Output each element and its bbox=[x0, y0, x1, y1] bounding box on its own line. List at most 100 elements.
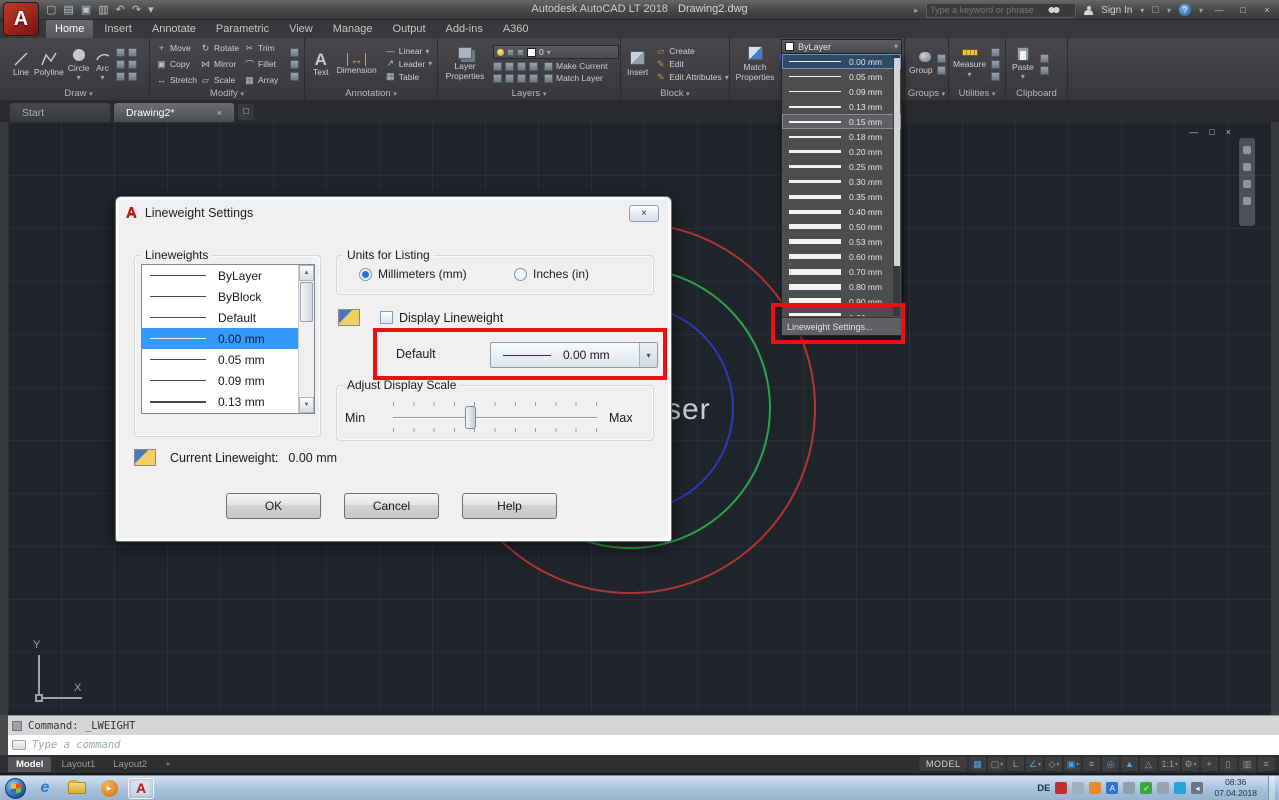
taskbar-clock[interactable]: 08:36 07.04.2018 bbox=[1208, 777, 1263, 798]
application-menu-button[interactable]: A bbox=[3, 2, 39, 36]
help-button[interactable]: Help bbox=[462, 493, 557, 519]
search-input[interactable] bbox=[930, 5, 1048, 15]
slider-thumb[interactable] bbox=[465, 406, 476, 429]
ribbon-tab[interactable]: Manage bbox=[324, 20, 382, 38]
drawing-minimize-icon[interactable]: — bbox=[1189, 127, 1198, 137]
modify-tool-button[interactable]: ⌒Fillet bbox=[244, 57, 288, 72]
line-button[interactable]: Line bbox=[12, 50, 30, 78]
quick-calc-icon[interactable] bbox=[991, 72, 1000, 81]
rectangle-icon[interactable] bbox=[116, 48, 125, 57]
search-binoculars-icon[interactable] bbox=[1048, 6, 1060, 14]
panel-label-layers[interactable]: Layers ▾ bbox=[438, 88, 620, 99]
lineweight-combo[interactable]: ByLayer ▾ bbox=[781, 39, 902, 54]
panel-label-draw[interactable]: Draw ▾ bbox=[8, 88, 149, 99]
ribbon-tab[interactable]: A360 bbox=[494, 20, 538, 38]
lineweight-icon[interactable]: ≡ bbox=[1083, 757, 1100, 771]
lineweight-list-item[interactable]: Default bbox=[142, 307, 314, 328]
search-history-icon[interactable]: ▸ bbox=[914, 6, 918, 15]
ribbon-tab[interactable]: Parametric bbox=[207, 20, 278, 38]
layout-tab[interactable]: + bbox=[157, 757, 179, 772]
dialog-titlebar[interactable]: A Lineweight Settings bbox=[126, 204, 253, 221]
drawing-close-icon[interactable]: × bbox=[1226, 127, 1231, 137]
language-indicator[interactable]: DE bbox=[1037, 783, 1050, 794]
layer-combo[interactable]: 0 ▾ bbox=[493, 45, 619, 59]
make-current-button[interactable]: Make Current bbox=[544, 61, 608, 71]
lineweight-option[interactable]: 0.40 mm bbox=[782, 204, 901, 219]
paste-button[interactable]: Paste ▾ bbox=[1012, 47, 1034, 82]
ribbon-tab[interactable]: Home bbox=[46, 20, 93, 38]
layer-unisolate-icon[interactable] bbox=[517, 74, 526, 83]
panel-label-modify[interactable]: Modify ▾ bbox=[150, 88, 304, 99]
autocad-taskbar-button[interactable]: A bbox=[128, 778, 154, 799]
tray-cloud-icon[interactable] bbox=[1123, 782, 1135, 794]
a360-caret-icon[interactable]: ▾ bbox=[1167, 6, 1171, 15]
autoscale-icon[interactable]: △ bbox=[1140, 757, 1157, 771]
graphics-performance-icon[interactable]: ▥ bbox=[1239, 757, 1256, 771]
ribbon-tab[interactable]: Insert bbox=[95, 20, 141, 38]
panel-label-groups[interactable]: Groups ▾ bbox=[905, 88, 948, 99]
group-edit-icon[interactable] bbox=[937, 66, 946, 75]
layer-isolate-icon[interactable] bbox=[505, 62, 514, 71]
help-icon[interactable]: ? bbox=[1179, 4, 1191, 16]
millimeters-radio[interactable]: Millimeters (mm) bbox=[359, 267, 467, 281]
modify-tool-button[interactable]: ▦Array bbox=[244, 73, 288, 88]
lineweight-list-item[interactable]: 0.09 mm bbox=[142, 370, 314, 391]
scroll-up-icon[interactable]: ▲ bbox=[299, 265, 314, 281]
layer-freeze2-icon[interactable] bbox=[517, 62, 526, 71]
lineweight-option[interactable]: 0.50 mm bbox=[782, 219, 901, 234]
arc-button[interactable]: Arc ▾ bbox=[94, 46, 112, 83]
lineweight-option[interactable]: 0.05 mm bbox=[782, 69, 901, 84]
circle-caret-icon[interactable]: ▾ bbox=[77, 73, 81, 82]
isodraft-icon[interactable]: ◇ ▾ bbox=[1045, 757, 1062, 771]
panel-label-block[interactable]: Block ▾ bbox=[621, 88, 729, 99]
lineweight-option[interactable]: 0.25 mm bbox=[782, 159, 901, 174]
grid-icon[interactable]: ▦ bbox=[969, 757, 986, 771]
ribbon-tab[interactable]: Annotate bbox=[143, 20, 205, 38]
file-tab-start[interactable]: Start bbox=[10, 103, 110, 122]
modify-tool-button[interactable]: ↻Rotate bbox=[200, 41, 244, 56]
layer-off-icon[interactable] bbox=[493, 62, 502, 71]
linear-button[interactable]: —Linear▾ bbox=[385, 46, 432, 56]
lineweight-option[interactable]: 0.80 mm bbox=[782, 279, 901, 294]
command-input-line[interactable] bbox=[8, 735, 1279, 755]
text-button[interactable]: A Text bbox=[313, 51, 329, 78]
command-history-icon[interactable] bbox=[12, 721, 22, 731]
offset-icon[interactable] bbox=[290, 72, 299, 81]
tray-network-icon[interactable] bbox=[1174, 782, 1186, 794]
quick-select-icon[interactable] bbox=[991, 48, 1000, 57]
modify-tool-button[interactable]: ⋈Mirror bbox=[200, 57, 244, 72]
lineweights-listbox[interactable]: ByLayer ByBlock Default bbox=[141, 264, 315, 414]
annotation-scale-icon[interactable]: 1:1 ▾ bbox=[1159, 757, 1180, 771]
ellipse-icon[interactable] bbox=[116, 60, 125, 69]
orbit-icon[interactable] bbox=[1243, 180, 1251, 188]
arc-caret-icon[interactable]: ▾ bbox=[101, 73, 105, 82]
osnap-icon[interactable]: ▣ ▾ bbox=[1064, 757, 1081, 771]
show-desktop-button[interactable] bbox=[1268, 776, 1275, 800]
erase-icon[interactable] bbox=[290, 48, 299, 57]
lineweight-option[interactable]: 0.18 mm bbox=[782, 129, 901, 144]
zoom-icon[interactable] bbox=[1243, 163, 1251, 171]
cancel-button[interactable]: Cancel bbox=[344, 493, 439, 519]
lineweight-option[interactable]: 0.53 mm bbox=[782, 234, 901, 249]
help-caret-icon[interactable]: ▾ bbox=[1199, 6, 1203, 15]
region-icon[interactable] bbox=[128, 72, 137, 81]
search-box[interactable] bbox=[926, 3, 1076, 18]
scroll-down-icon[interactable]: ▼ bbox=[299, 397, 314, 413]
match-layer-button[interactable]: Match Layer bbox=[544, 73, 603, 83]
list-scrollbar[interactable]: ▲ ▼ bbox=[298, 265, 314, 413]
a360-icon[interactable]: □ bbox=[1152, 2, 1159, 18]
start-button[interactable] bbox=[5, 778, 26, 799]
scroll-thumb[interactable] bbox=[300, 282, 313, 322]
lineweight-option[interactable]: 0.35 mm bbox=[782, 189, 901, 204]
dialog-close-button[interactable]: × bbox=[629, 205, 659, 222]
layout-tab[interactable]: Layout1 bbox=[53, 757, 103, 772]
selection-cycling-icon[interactable]: ◎ bbox=[1102, 757, 1119, 771]
slider-track[interactable] bbox=[393, 417, 597, 419]
ungroup-icon[interactable] bbox=[937, 54, 946, 63]
block-tool-button[interactable]: ▱Create bbox=[655, 46, 728, 57]
table-button[interactable]: ▦Table bbox=[385, 71, 432, 82]
dimension-button[interactable]: ↔ Dimension bbox=[337, 53, 377, 76]
polyline-button[interactable]: Polyline bbox=[34, 50, 64, 78]
block-tool-button[interactable]: ✎Edit Attributes▾ bbox=[655, 72, 728, 83]
explode-icon[interactable] bbox=[290, 60, 299, 69]
